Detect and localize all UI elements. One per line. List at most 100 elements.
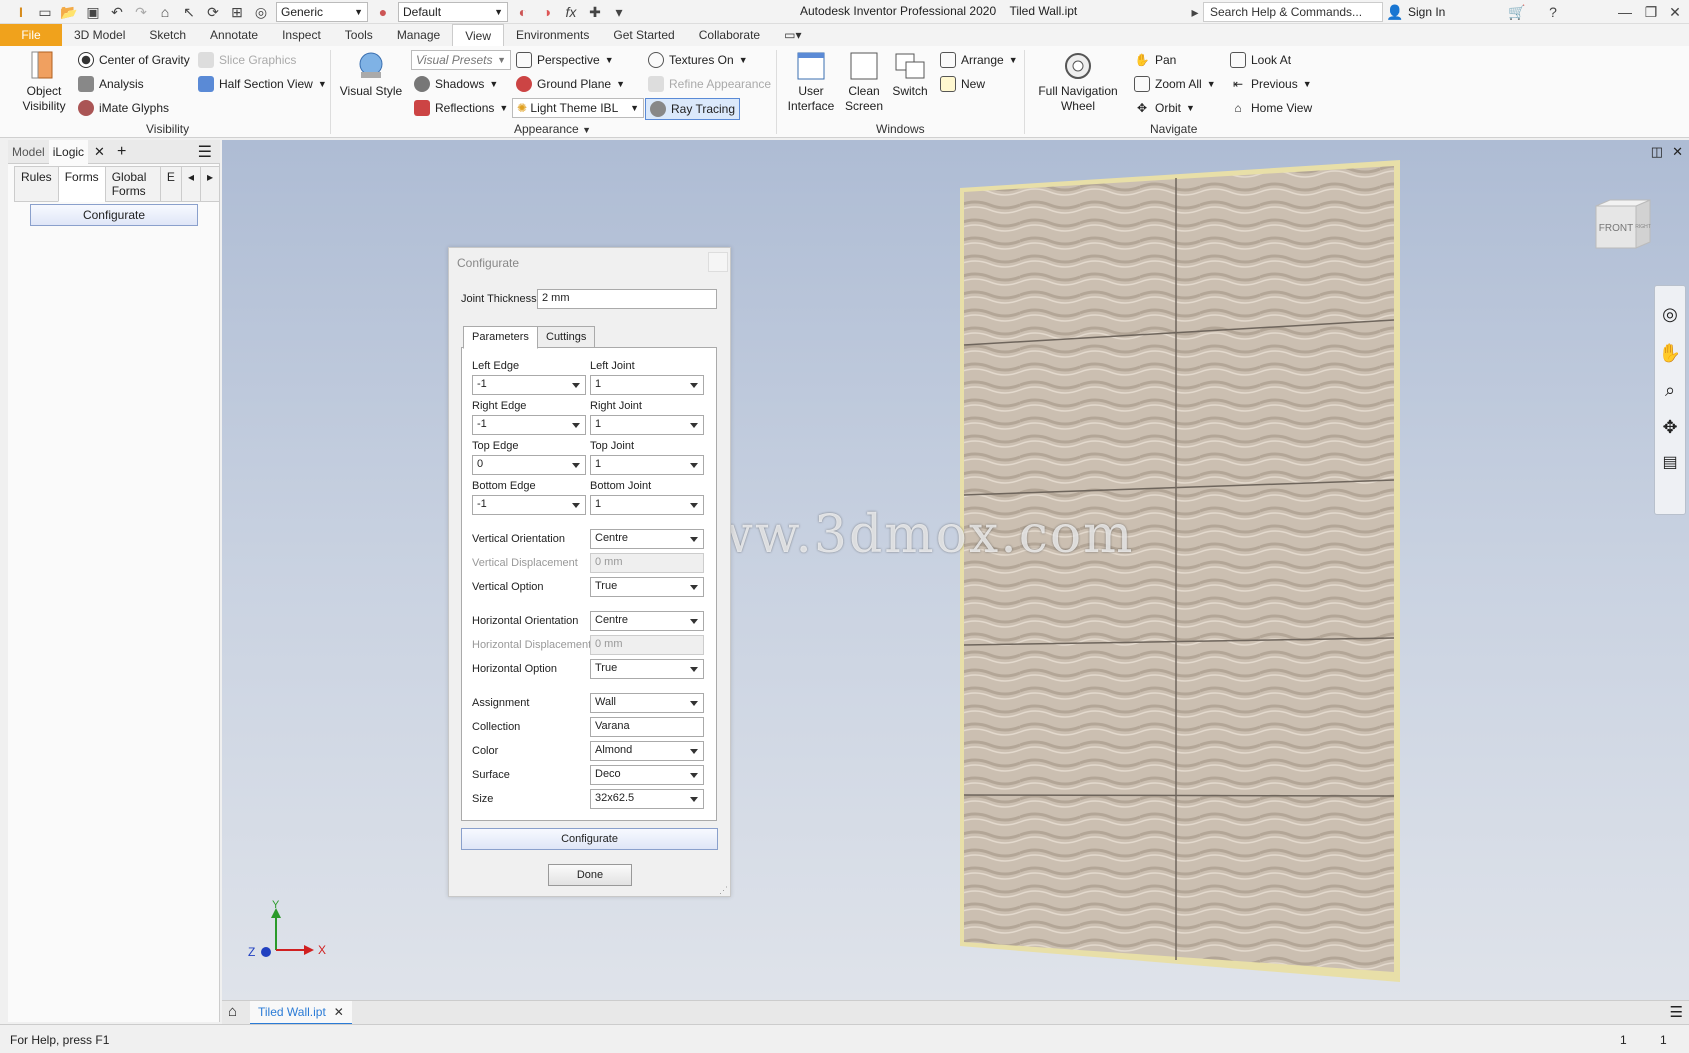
document-tabs-menu-icon[interactable]: ☰ [1670,1003,1683,1021]
viewport-maximize-icon[interactable]: ◫ [1651,144,1663,160]
tab-model[interactable]: Model [8,140,49,164]
visual-style-button[interactable]: Visual Style [338,50,404,99]
zoom-all-button[interactable]: Zoom All ▼ [1134,76,1216,92]
right-edge-select[interactable]: -1 [472,415,586,435]
update-icon[interactable]: ⟳ [204,3,222,21]
clean-screen-button[interactable]: Clean Screen [840,50,888,114]
vertical-option-select[interactable]: True [590,577,704,597]
form-configurate-button[interactable]: Configurate [30,204,198,226]
shadows-button[interactable]: Shadows ▼ [414,76,498,92]
customize-icon[interactable]: ▾ [610,3,628,21]
appearance-icon[interactable]: ● [374,3,392,21]
fx-icon[interactable]: fx [562,3,580,21]
visibility-panel-label[interactable]: Visibility [146,122,189,136]
size-select[interactable]: 32x62.5 [590,789,704,809]
vertical-displacement-input[interactable]: 0 mm [590,553,704,573]
material-icon[interactable]: ◎ [252,3,270,21]
tab-parameters[interactable]: Parameters [463,326,538,349]
ray-tracing-button[interactable]: Ray Tracing [645,98,741,120]
ground-plane-button[interactable]: Ground Plane ▼ [516,76,625,92]
nav-zoom-icon[interactable]: ⌕ [1655,380,1685,401]
tab-tools[interactable]: Tools [333,24,385,46]
tab-environments[interactable]: Environments [504,24,601,46]
subtab-global-forms[interactable]: Global Forms [104,166,161,202]
plus-icon[interactable]: ✚ [586,3,604,21]
home-view-button[interactable]: ⌂ Home View [1230,100,1312,116]
nav-look-at-icon[interactable]: ▤ [1655,452,1685,472]
right-joint-select[interactable]: 1 [590,415,704,435]
cart-icon[interactable]: 🛒 [1508,3,1526,21]
subtab-external[interactable]: E [159,166,182,202]
horizontal-orientation-select[interactable]: Centre [590,611,704,631]
subtab-forms[interactable]: Forms [57,166,106,202]
surface-select[interactable]: Deco [590,765,704,785]
ribbon-options-icon[interactable]: ▭▾ [772,24,813,46]
reflections-button[interactable]: Reflections ▼ [414,100,508,116]
nav-wheel-icon[interactable]: ◎ [1655,304,1685,325]
redo-icon[interactable]: ↷ [132,3,150,21]
tab-collaborate[interactable]: Collaborate [687,24,772,46]
top-edge-select[interactable]: 0 [472,455,586,475]
new-window-button[interactable]: New [940,76,985,92]
appearance-panel-label[interactable]: Appearance ▼ [514,122,591,136]
clear-appearance-icon[interactable]: ◑ [538,3,556,21]
sign-in-link[interactable]: Sign In [1408,5,1445,19]
vertical-orientation-select[interactable]: Centre [590,529,704,549]
tab-cuttings[interactable]: Cuttings [537,326,596,349]
graphics-viewport[interactable]: Y X Z ◫ ✕ [222,140,1689,1000]
scroll-right-icon[interactable]: ▸ [199,166,220,202]
viewcube[interactable]: FRONT RIGHT [1592,198,1654,254]
measure-icon[interactable]: ⊞ [228,3,246,21]
select-icon[interactable]: ↖ [180,3,198,21]
scroll-left-icon[interactable]: ◂ [180,166,201,202]
open-file-icon[interactable]: 📂 [60,3,78,21]
help-icon[interactable]: ? [1544,3,1562,21]
new-file-icon[interactable]: ▭ [36,3,54,21]
center-of-gravity-button[interactable]: Center of Gravity [78,52,190,68]
undo-icon[interactable]: ↶ [108,3,126,21]
half-section-view-button[interactable]: Half Section View ▼ [198,76,327,92]
lighting-combo[interactable]: ✺ Light Theme IBL ▼ [512,98,644,118]
user-icon[interactable]: 👤 [1386,3,1404,21]
browser-menu-icon[interactable]: ☰ [190,142,220,162]
resize-grip-icon[interactable]: ⋰ [719,885,728,896]
assignment-select[interactable]: Wall [590,693,704,713]
adjust-icon[interactable]: ◐ [514,3,532,21]
inventor-logo-icon[interactable]: I [12,3,30,21]
minimize-icon[interactable]: — [1616,3,1634,21]
home-icon[interactable]: ⌂ [156,3,174,21]
visual-presets-combo[interactable]: Visual Presets ▼ [411,50,511,70]
tiled-wall-model[interactable] [960,160,1400,982]
document-tab-tiled-wall[interactable]: Tiled Wall.ipt ✕ [250,1001,352,1025]
tab-get-started[interactable]: Get Started [601,24,686,46]
tab-ilogic[interactable]: iLogic [48,139,89,164]
subtab-rules[interactable]: Rules [14,166,59,202]
pan-button[interactable]: ✋ Pan [1134,52,1177,68]
search-input[interactable]: Search Help & Commands... [1203,2,1383,22]
arrange-button[interactable]: Arrange ▼ [940,52,1018,68]
look-at-button[interactable]: Look At [1230,52,1291,68]
horizontal-displacement-input[interactable]: 0 mm [590,635,704,655]
nav-orbit-icon[interactable]: ✥ [1655,417,1685,438]
full-navigation-wheel-button[interactable]: Full Navigation Wheel [1032,50,1124,114]
bottom-edge-select[interactable]: -1 [472,495,586,515]
tab-file[interactable]: File [0,24,62,46]
left-edge-select[interactable]: -1 [472,375,586,395]
search-expand-icon[interactable]: ▸ [1186,3,1204,21]
horizontal-option-select[interactable]: True [590,659,704,679]
user-interface-button[interactable]: User Interface [786,50,836,114]
orbit-button[interactable]: ✥ Orbit ▼ [1134,100,1195,116]
collection-input[interactable]: Varana [590,717,704,737]
switch-button[interactable]: Switch [890,50,930,99]
refine-appearance-button[interactable]: Refine Appearance [648,76,771,92]
analysis-button[interactable]: Analysis [78,76,144,92]
material-combo[interactable]: Generic ▼ [276,2,368,22]
viewport-close-icon[interactable]: ✕ [1672,144,1683,160]
tab-sketch[interactable]: Sketch [137,24,198,46]
home-tab-icon[interactable]: ⌂ [228,1003,237,1020]
close-tab-icon[interactable]: ✕ [88,144,111,160]
perspective-button[interactable]: Perspective ▼ [516,52,614,68]
tab-inspect[interactable]: Inspect [270,24,333,46]
tab-annotate[interactable]: Annotate [198,24,270,46]
save-icon[interactable]: ▣ [84,3,102,21]
